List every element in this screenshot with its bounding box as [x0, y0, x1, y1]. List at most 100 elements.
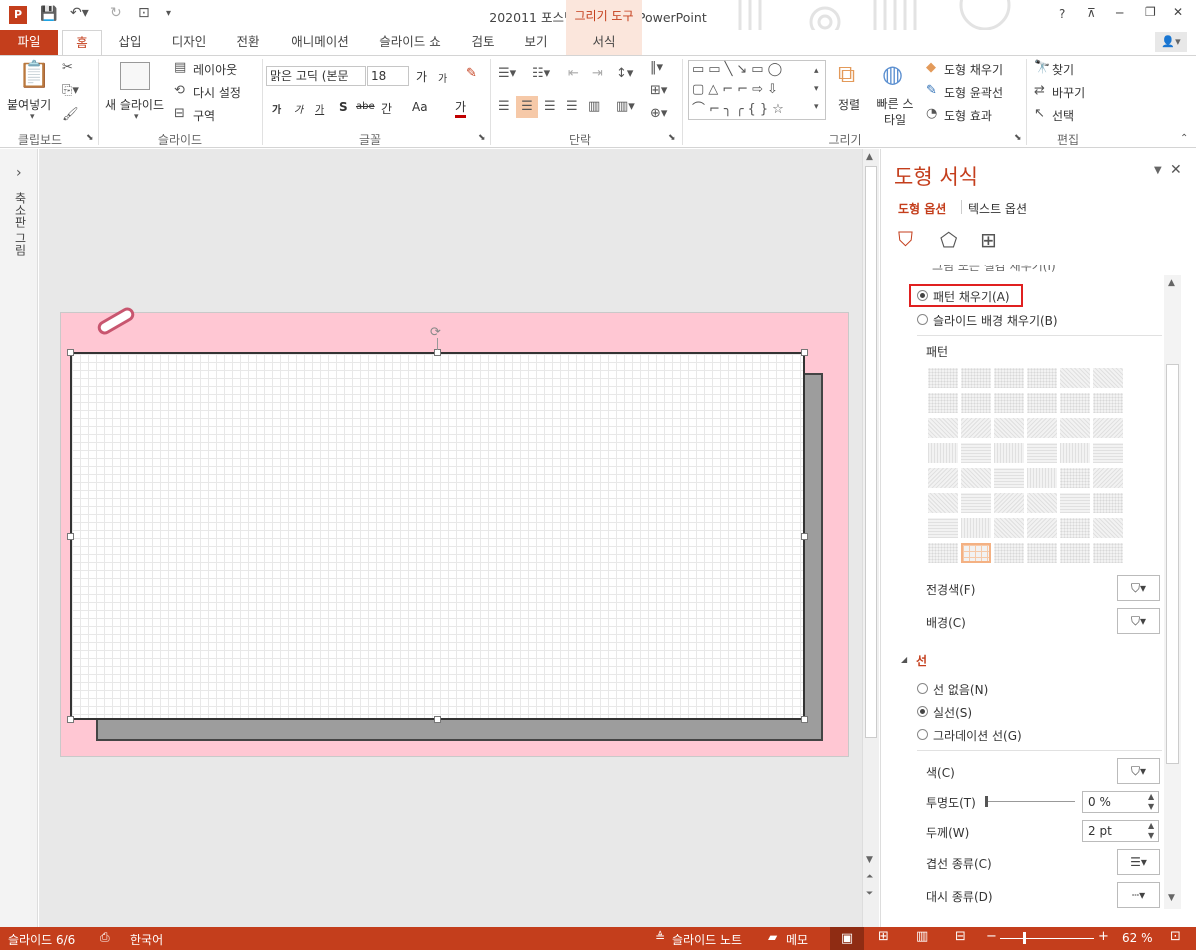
- pane-scroll-up-icon[interactable]: ▲: [1168, 278, 1175, 288]
- reset-icon[interactable]: ⟲: [174, 84, 185, 97]
- dialog-launcher-icon[interactable]: ⬊: [86, 134, 94, 143]
- dash-type-button[interactable]: ┄▾: [1117, 882, 1160, 908]
- replace-icon[interactable]: ⇄: [1034, 84, 1045, 97]
- pattern-swatch[interactable]: [928, 468, 958, 488]
- font-name-combo[interactable]: 맑은 고딕 (본문: [266, 66, 366, 86]
- pattern-swatch[interactable]: [1093, 518, 1123, 538]
- resize-handle[interactable]: [801, 349, 808, 356]
- pattern-swatch[interactable]: [994, 543, 1024, 563]
- resize-handle[interactable]: [434, 349, 441, 356]
- shape-effects-icon[interactable]: ◔: [926, 107, 937, 120]
- foreground-color-button[interactable]: ⛉▾: [1117, 575, 1160, 601]
- italic-button[interactable]: 가: [294, 101, 303, 116]
- prev-slide-icon[interactable]: ⏶: [866, 872, 873, 882]
- new-slide-icon[interactable]: [120, 62, 150, 90]
- select-button[interactable]: 선택: [1052, 107, 1074, 124]
- tab-design[interactable]: 디자인: [164, 30, 214, 55]
- thumbnail-strip[interactable]: [0, 149, 38, 927]
- tab-view[interactable]: 보기: [516, 30, 556, 55]
- arrange-icon[interactable]: ⧉: [838, 62, 855, 86]
- pattern-swatch[interactable]: [1060, 468, 1090, 488]
- tab-shape-options[interactable]: 도형 옵션: [898, 200, 946, 217]
- justify-icon[interactable]: ☰: [566, 100, 578, 113]
- paste-button-label[interactable]: 붙여넣기: [7, 96, 51, 113]
- pattern-swatch[interactable]: [1060, 393, 1090, 413]
- effects-icon[interactable]: ⬠: [940, 228, 957, 252]
- font-size-combo[interactable]: 18: [367, 66, 409, 86]
- pattern-swatch[interactable]: [1027, 493, 1057, 513]
- scroll-down-icon[interactable]: ▼: [866, 855, 873, 865]
- notes-icon[interactable]: ≜: [655, 930, 665, 944]
- paste-icon[interactable]: 📋: [18, 62, 50, 88]
- spinner-icon[interactable]: ▲ ▼: [1148, 821, 1154, 841]
- pattern-swatch[interactable]: [994, 518, 1024, 538]
- font-color-button[interactable]: 가: [455, 98, 467, 118]
- pattern-swatch[interactable]: [1060, 443, 1090, 463]
- shapes-row2[interactable]: ▢△⌐⌐⇨⇩: [692, 83, 782, 96]
- clear-format-icon[interactable]: ✎: [466, 67, 477, 80]
- solid-line-radio[interactable]: [917, 706, 928, 717]
- pattern-swatch[interactable]: [928, 518, 958, 538]
- resize-handle[interactable]: [67, 533, 74, 540]
- slide-sorter-icon[interactable]: ⊞: [878, 929, 889, 944]
- pattern-swatch[interactable]: [1060, 543, 1090, 563]
- quick-styles-icon[interactable]: ◍: [882, 62, 903, 86]
- spinner-icon[interactable]: ▲ ▼: [1148, 792, 1154, 812]
- decrease-indent-icon[interactable]: ⇤: [568, 67, 579, 80]
- resize-handle[interactable]: [434, 716, 441, 723]
- grow-font-button[interactable]: 가: [416, 68, 427, 85]
- resize-handle[interactable]: [801, 716, 808, 723]
- compound-type-button[interactable]: ☰▾: [1117, 849, 1160, 875]
- language-indicator[interactable]: 한국어: [130, 931, 163, 948]
- pattern-swatch[interactable]: [1060, 368, 1090, 388]
- pattern-swatch[interactable]: [928, 493, 958, 513]
- resize-handle[interactable]: [67, 716, 74, 723]
- pattern-swatch[interactable]: [994, 443, 1024, 463]
- tab-slideshow[interactable]: 슬라이드 쇼: [372, 30, 448, 55]
- pane-close-icon[interactable]: ✕: [1170, 162, 1182, 178]
- gradient-line-radio[interactable]: [917, 729, 928, 740]
- pattern-swatch[interactable]: [1027, 443, 1057, 463]
- rotate-handle-icon[interactable]: ⟳: [430, 325, 441, 340]
- gradient-line-label[interactable]: 그라데이션 선(G): [933, 727, 1022, 744]
- pattern-swatch[interactable]: [961, 443, 991, 463]
- solid-line-label[interactable]: 실선(S): [933, 704, 972, 721]
- shadow-button[interactable]: S: [339, 100, 348, 114]
- slide-counter[interactable]: 슬라이드 6/6: [8, 931, 75, 948]
- find-icon[interactable]: 🔭: [1034, 61, 1050, 74]
- pattern-swatch[interactable]: [1093, 418, 1123, 438]
- tab-file[interactable]: 파일: [0, 30, 58, 55]
- distribute-icon[interactable]: ▥: [588, 100, 600, 113]
- help-button[interactable]: ?: [1059, 7, 1065, 21]
- replace-button[interactable]: 바꾸기: [1052, 84, 1085, 101]
- find-button[interactable]: 찾기: [1052, 61, 1074, 78]
- minimize-button[interactable]: ─: [1116, 6, 1123, 20]
- reset-button[interactable]: 다시 설정: [193, 84, 241, 101]
- pattern-swatch[interactable]: [1027, 393, 1057, 413]
- arrange-button[interactable]: 정렬: [838, 96, 860, 113]
- paste-dropdown-icon[interactable]: ▾: [30, 113, 35, 122]
- format-painter-icon[interactable]: 🖌: [62, 108, 79, 121]
- shapes-row1[interactable]: ▭▭╲↘▭◯: [692, 63, 786, 76]
- pattern-swatch[interactable]: [961, 418, 991, 438]
- quick-styles-button[interactable]: 빠른 스타일: [872, 96, 918, 128]
- smartart-icon[interactable]: ⊕▾: [650, 107, 667, 120]
- tab-insert[interactable]: 삽입: [110, 30, 150, 55]
- cut-icon[interactable]: ✂: [62, 61, 73, 74]
- new-slide-dropdown-icon[interactable]: ▾: [134, 113, 139, 122]
- pattern-swatch[interactable]: [1027, 543, 1057, 563]
- zoom-slider-thumb[interactable]: [1023, 932, 1026, 944]
- background-color-button[interactable]: ⛉▾: [1117, 608, 1160, 634]
- tab-text-options[interactable]: 텍스트 옵션: [968, 200, 1027, 217]
- line-section-collapse-icon[interactable]: ◢: [901, 655, 907, 664]
- comments-button[interactable]: 메모: [786, 931, 808, 948]
- no-line-label[interactable]: 선 없음(N): [933, 681, 988, 698]
- shapes-row3[interactable]: ⌒⌐╮╭{}☆: [692, 103, 788, 116]
- pattern-swatch[interactable]: [928, 443, 958, 463]
- pattern-fill-radio[interactable]: [917, 290, 928, 301]
- pattern-swatch[interactable]: [1093, 543, 1123, 563]
- reading-view-icon[interactable]: ▥: [916, 929, 928, 944]
- pattern-swatch-selected[interactable]: [961, 543, 991, 563]
- tab-format[interactable]: 서식: [566, 30, 642, 55]
- shape-effects-button[interactable]: 도형 효과: [944, 107, 992, 124]
